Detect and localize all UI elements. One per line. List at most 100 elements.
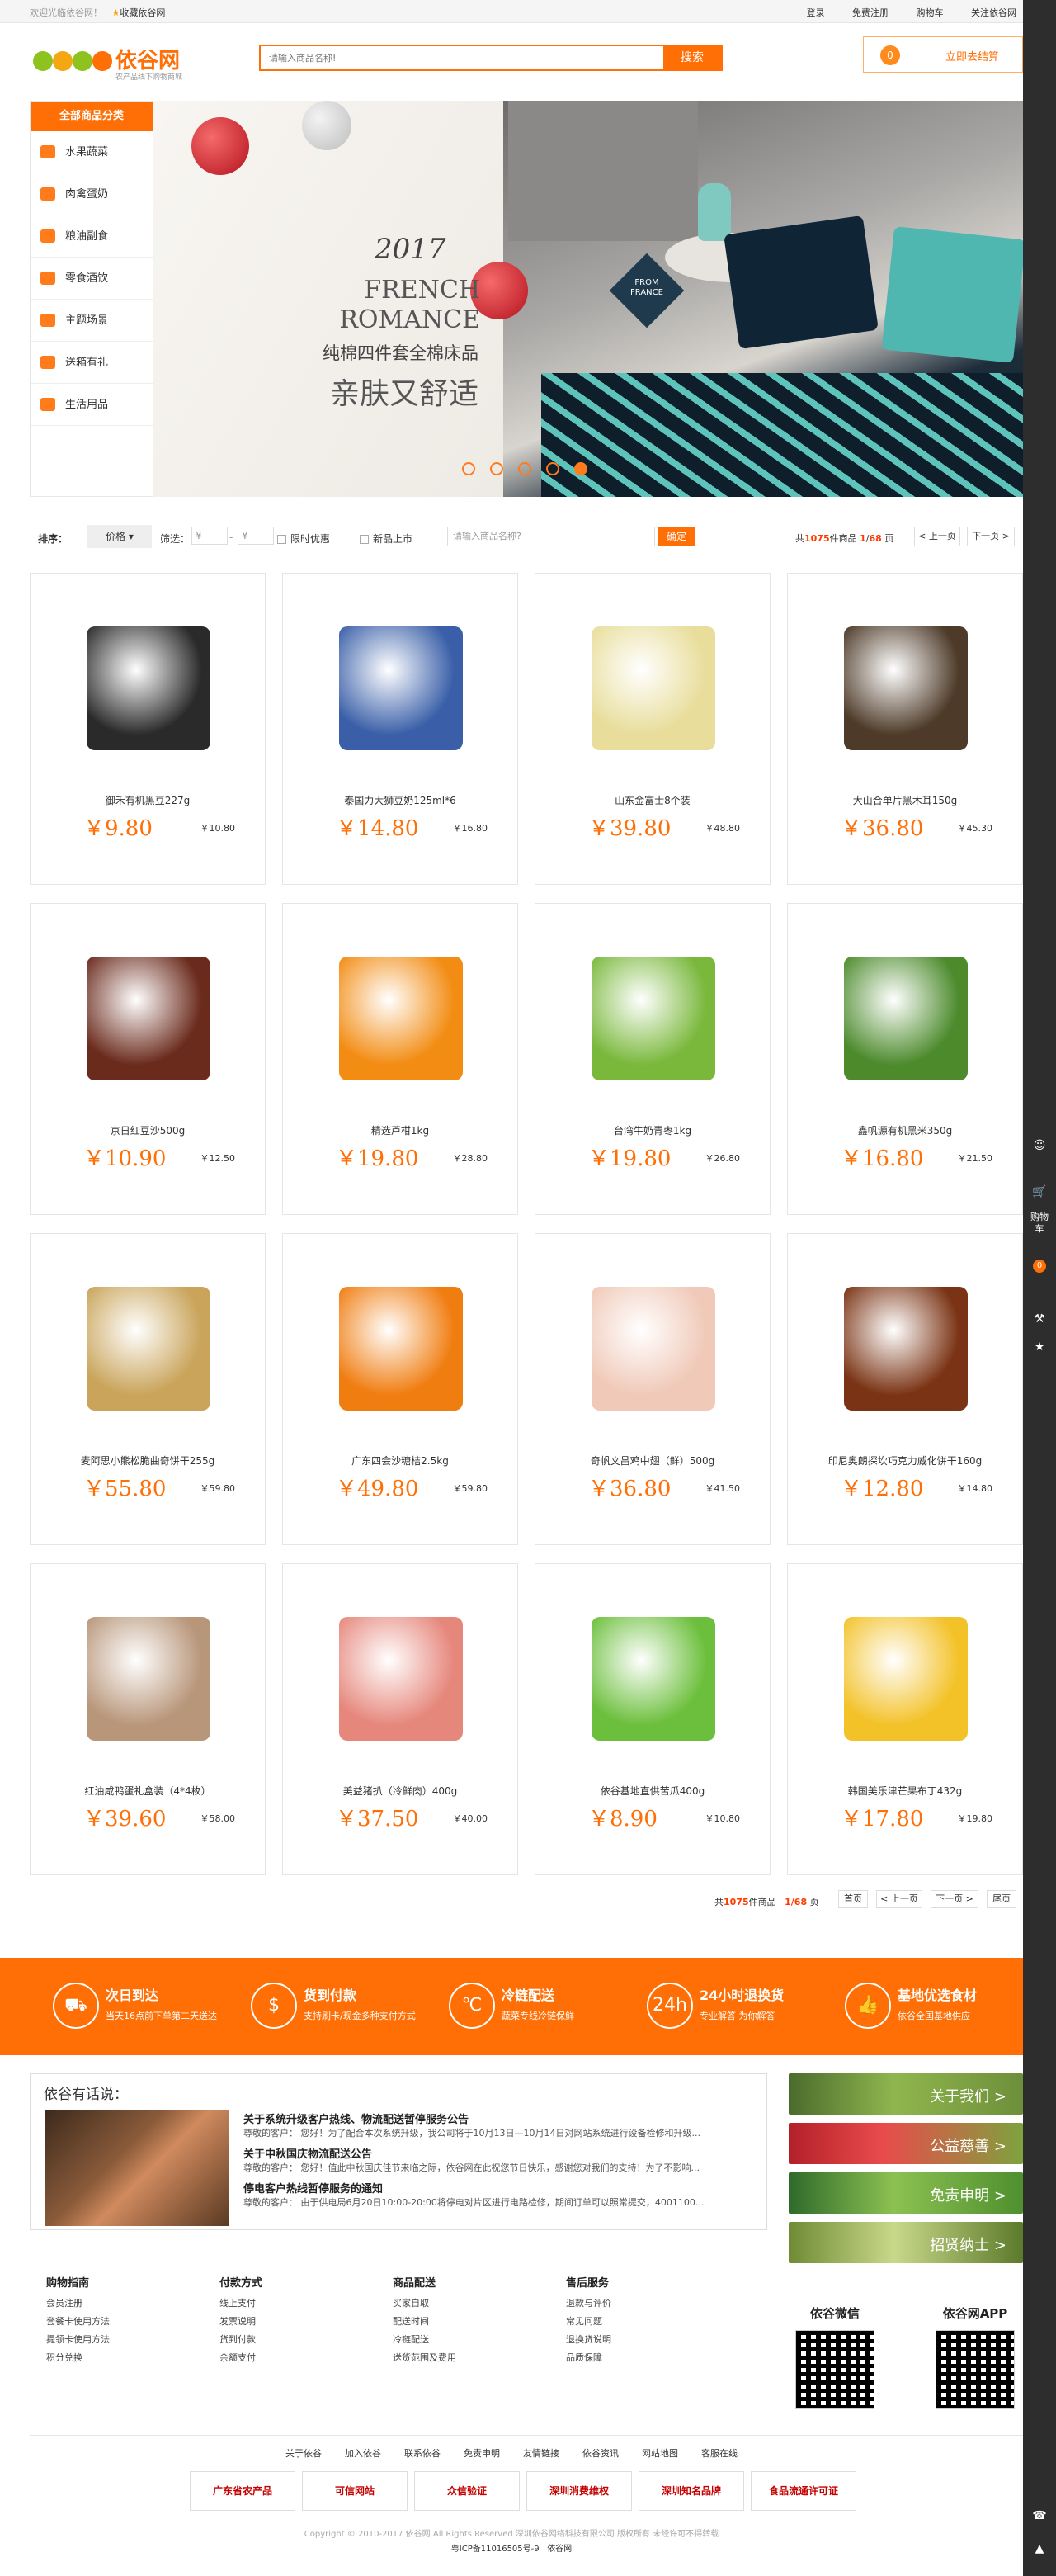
product-image[interactable] (44, 1576, 253, 1782)
product-name[interactable]: 红油咸鸭蛋礼盒装（4*4枚） (31, 1784, 265, 1798)
category-nav-title[interactable]: 全部商品分类 (31, 102, 153, 131)
product-card[interactable]: 广东四会沙糖桔2.5kg ￥49.80 ￥59.80 (282, 1233, 518, 1545)
product-name[interactable]: 鑫帆源有机黑米350g (788, 1123, 1022, 1137)
cart-checkout[interactable]: 0 立即去结算 (863, 36, 1023, 73)
site-logo[interactable]: 依谷网 农产品线下购物商城 (30, 36, 228, 83)
favorite-link[interactable]: ★收藏依谷网 (112, 7, 166, 18)
product-name[interactable]: 麦阿思小熊松脆曲奇饼干255g (31, 1453, 265, 1468)
banner-dot[interactable] (490, 462, 503, 475)
product-name[interactable]: 泰国力大狮豆奶125ml*6 (283, 793, 517, 807)
category-item[interactable]: 水果蔬菜 (31, 131, 153, 173)
product-card[interactable]: 印尼奥朗探坎巧克力威化饼干160g ￥12.80 ￥14.80 (787, 1233, 1023, 1545)
follow-link[interactable]: 关注依谷网 (971, 7, 1016, 18)
footer-link[interactable]: 配送时间 (393, 2313, 500, 2331)
product-name[interactable]: 御禾有机黑豆227g (31, 793, 265, 807)
product-image[interactable] (801, 1576, 1011, 1782)
footer-link[interactable]: 常见问题 (566, 2313, 673, 2331)
product-card[interactable]: 红油咸鸭蛋礼盒装（4*4枚） ￥39.60 ￥58.00 (30, 1563, 266, 1875)
charity-link[interactable]: 公益慈善 > (789, 2123, 1023, 2164)
footer-link[interactable]: 冷链配送 (393, 2331, 500, 2349)
hero-banner[interactable]: FROM FRANCE 2017 FRENCH ROMANCE 纯棉四件套全棉床品 … (30, 101, 1023, 497)
product-name[interactable]: 韩国美乐津芒果布丁432g (788, 1784, 1022, 1798)
bottom-nav-link[interactable]: 网站地图 (642, 2448, 678, 2459)
product-name[interactable]: 印尼奥朗探坎巧克力威化饼干160g (788, 1453, 1022, 1468)
category-item[interactable]: 粮油副食 (31, 215, 153, 258)
product-image[interactable] (44, 915, 253, 1122)
footer-link[interactable]: 套餐卡使用方法 (46, 2313, 153, 2331)
category-item[interactable]: 主题场景 (31, 300, 153, 342)
product-card[interactable]: 依谷基地直供苦瓜400g ￥8.90 ￥10.80 (535, 1563, 771, 1875)
disclaimer-link[interactable]: 免责申明 > (789, 2172, 1023, 2214)
product-name[interactable]: 奇帆文昌鸡中翅（鲜）500g (535, 1453, 770, 1468)
category-item[interactable]: 零食酒饮 (31, 258, 153, 300)
product-image[interactable] (801, 915, 1011, 1122)
product-card[interactable]: 精选芦柑1kg ￥19.80 ￥28.80 (282, 903, 518, 1215)
about-us-link[interactable]: 关于我们 > (789, 2073, 1023, 2115)
search-input[interactable] (261, 46, 665, 69)
bottom-nav-link[interactable]: 加入依谷 (345, 2448, 381, 2459)
first-page-button[interactable]: 首页 (838, 1890, 868, 1908)
product-image[interactable] (296, 1576, 506, 1782)
star-icon[interactable]: ★ (1031, 1340, 1048, 1357)
product-card[interactable]: 麦阿思小熊松脆曲奇饼干255g ￥55.80 ￥59.80 (30, 1233, 266, 1545)
sort-price-button[interactable]: 价格 ▾ (87, 525, 152, 548)
product-card[interactable]: 台湾牛奶青枣1kg ￥19.80 ￥26.80 (535, 903, 771, 1215)
careers-link[interactable]: 招贤纳士 > (789, 2222, 1023, 2263)
footer-link[interactable]: 余额支付 (219, 2349, 327, 2367)
bottom-nav-link[interactable]: 关于依谷 (285, 2448, 322, 2459)
cert-badge[interactable]: 深圳知名品牌 (639, 2471, 744, 2511)
footer-link[interactable]: 送货范围及费用 (393, 2349, 500, 2367)
banner-dot[interactable] (546, 462, 559, 475)
product-name[interactable]: 依谷基地直供苦瓜400g (535, 1784, 770, 1798)
price-min-input[interactable]: ¥ (191, 527, 228, 545)
footer-link[interactable]: 退款与评价 (566, 2295, 673, 2313)
new-arrival-checkbox[interactable]: 新品上市 (360, 532, 412, 546)
product-image[interactable] (549, 1245, 758, 1452)
keyword-input[interactable]: 请输入商品名称? (447, 527, 655, 546)
pager-next-button[interactable]: 下一页 > (931, 1890, 978, 1908)
product-image[interactable] (549, 1576, 758, 1782)
footer-link[interactable]: 品质保障 (566, 2349, 673, 2367)
footer-link[interactable]: 买家自取 (393, 2295, 500, 2313)
cert-badge[interactable]: 食品流通许可证 (751, 2471, 856, 2511)
last-page-button[interactable]: 尾页 (987, 1890, 1016, 1908)
hammer-icon[interactable]: ⚒ (1031, 1312, 1048, 1329)
cart-link[interactable]: 购物车 (917, 7, 944, 18)
footer-link[interactable]: 提领卡使用方法 (46, 2331, 153, 2349)
product-image[interactable] (44, 585, 253, 792)
banner-dot[interactable] (518, 462, 531, 475)
bottom-nav-link[interactable]: 免责申明 (464, 2448, 500, 2459)
price-max-input[interactable]: ¥ (238, 527, 274, 545)
cert-badge[interactable]: 广东省农产品 (190, 2471, 295, 2511)
login-link[interactable]: 登录 (807, 7, 825, 18)
product-image[interactable] (801, 1245, 1011, 1452)
footer-link[interactable]: 线上支付 (219, 2295, 327, 2313)
bottom-nav-link[interactable]: 友情链接 (523, 2448, 559, 2459)
news-item[interactable]: 停电客户热线暂停服务的通知 尊敬的客户： 由于供电局6月20日10:00-20:0… (243, 2183, 763, 2210)
footer-link[interactable]: 发票说明 (219, 2313, 327, 2331)
bottom-nav-link[interactable]: 客服在线 (701, 2448, 738, 2459)
news-item[interactable]: 关于中秋国庆物流配送公告 尊敬的客户： 您好！值此中秋国庆佳节来临之际，依谷网在此… (243, 2148, 763, 2175)
next-page-button[interactable]: 下一页 > (967, 527, 1015, 546)
product-image[interactable] (549, 915, 758, 1122)
product-card[interactable]: 御禾有机黑豆227g ￥9.80 ￥10.80 (30, 573, 266, 885)
banner-dot[interactable] (574, 462, 587, 475)
product-card[interactable]: 鑫帆源有机黑米350g ￥16.80 ￥21.50 (787, 903, 1023, 1215)
product-image[interactable] (296, 915, 506, 1122)
product-card[interactable]: 奇帆文昌鸡中翅（鲜）500g ￥36.80 ￥41.50 (535, 1233, 771, 1545)
banner-dot[interactable] (462, 462, 475, 475)
user-icon[interactable]: ☺ (1031, 1139, 1048, 1156)
product-image[interactable] (801, 585, 1011, 792)
product-card[interactable]: 韩国美乐津芒果布丁432g ￥17.80 ￥19.80 (787, 1563, 1023, 1875)
bottom-nav-link[interactable]: 联系依谷 (404, 2448, 441, 2459)
product-card[interactable]: 大山合单片黑木耳150g ￥36.80 ￥45.30 (787, 573, 1023, 885)
sidebar-cart-label[interactable]: 购物车 (1030, 1212, 1049, 1235)
cert-badge[interactable]: 众信验证 (414, 2471, 520, 2511)
product-name[interactable]: 京日红豆沙500g (31, 1123, 265, 1137)
cert-badge[interactable]: 深圳消费维权 (526, 2471, 632, 2511)
category-item[interactable]: 生活用品 (31, 384, 153, 426)
service-icon[interactable]: ☎ (1031, 2509, 1048, 2526)
register-link[interactable]: 免费注册 (852, 7, 889, 18)
prev-page-button[interactable]: < 上一页 (914, 527, 960, 546)
product-name[interactable]: 广东四会沙糖桔2.5kg (283, 1453, 517, 1468)
